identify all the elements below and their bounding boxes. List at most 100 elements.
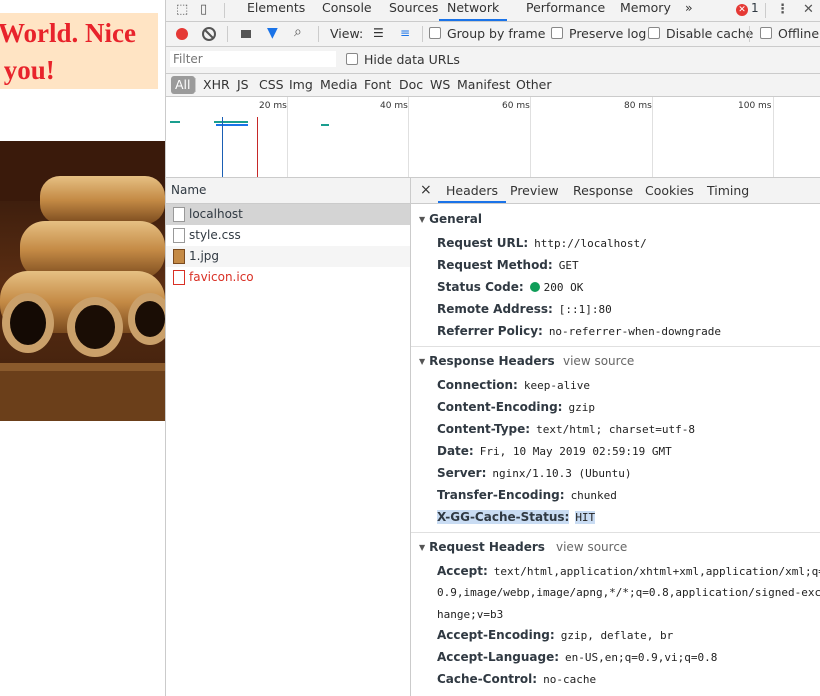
filter-input[interactable] xyxy=(170,51,336,67)
group-by-frame-checkbox[interactable]: Group by frame xyxy=(429,22,545,46)
offline-checkbox[interactable]: Offline xyxy=(760,22,819,46)
network-overview-timeline[interactable]: 20 ms 40 ms 60 ms 80 ms 100 ms xyxy=(166,97,820,178)
tab-response[interactable]: Response xyxy=(573,178,633,203)
divider xyxy=(318,26,319,42)
preserve-log-checkbox[interactable]: Preserve log xyxy=(551,22,646,46)
waterfall-view-icon[interactable]: ≡ xyxy=(400,27,410,39)
header-value-continuation: hange;v=b3 xyxy=(437,608,504,621)
request-name: 1.jpg xyxy=(189,249,220,263)
tab-performance[interactable]: Performance xyxy=(526,0,605,21)
section-title: Response Headers xyxy=(429,354,555,368)
divider xyxy=(227,26,228,42)
devtools-panel: ⬚ ▯ Elements Console Sources Network Per… xyxy=(165,0,820,696)
filter-type-media[interactable]: Media xyxy=(320,76,358,94)
more-tabs-button[interactable]: » xyxy=(685,0,693,21)
request-bar xyxy=(214,121,248,123)
device-toolbar-icon[interactable]: ▯ xyxy=(200,2,207,17)
tab-elements[interactable]: Elements xyxy=(247,0,305,21)
filter-type-other[interactable]: Other xyxy=(516,76,552,94)
tab-preview[interactable]: Preview xyxy=(510,178,559,203)
tab-network[interactable]: Network xyxy=(439,0,508,21)
dom-content-loaded-line xyxy=(222,117,223,177)
timeline-tick-label: 80 ms xyxy=(624,101,652,111)
type-filter-bar: All XHR JS CSS Img Media Font Doc WS Man… xyxy=(166,74,820,97)
filter-type-font[interactable]: Font xyxy=(364,76,391,94)
name-column-header[interactable]: Name xyxy=(166,178,410,204)
network-toolbar: ▼ ⌕ View: ☰ ≡ Group by frame Preserve lo… xyxy=(166,22,820,47)
filter-icon[interactable]: ▼ xyxy=(267,25,278,41)
preserve-log-label: Preserve log xyxy=(569,26,647,41)
hide-data-urls-label: Hide data URLs xyxy=(364,52,460,67)
hello-line-2: t you! xyxy=(0,55,55,85)
tab-timing[interactable]: Timing xyxy=(707,178,749,203)
timeline-tick-label: 100 ms xyxy=(738,101,772,111)
timeline-gridline xyxy=(652,97,653,177)
disable-cache-checkbox[interactable]: Disable cache xyxy=(648,22,753,46)
filter-type-xhr[interactable]: XHR xyxy=(203,76,230,94)
header-row: Accept: text/html,application/xhtml+xml,a… xyxy=(437,564,820,578)
request-row-1-jpg[interactable]: 1.jpg xyxy=(166,246,410,267)
expand-triangle-icon: ▼ xyxy=(419,215,426,224)
error-count[interactable]: 1 xyxy=(751,1,759,15)
view-source-link[interactable]: view source xyxy=(563,354,634,368)
request-bar xyxy=(321,124,329,126)
close-devtools-icon[interactable]: ✕ xyxy=(803,2,814,17)
divider xyxy=(749,26,750,42)
tab-cookies[interactable]: Cookies xyxy=(645,178,694,203)
timeline-gridline xyxy=(408,97,409,177)
divider xyxy=(195,78,196,92)
stylesheet-icon xyxy=(173,228,185,243)
details-tabbar: × Headers Preview Response Cookies Timin… xyxy=(411,178,820,204)
hide-data-urls-checkbox[interactable]: Hide data URLs xyxy=(346,48,460,72)
kebab-menu-icon[interactable]: ⋮ xyxy=(776,2,789,17)
timeline-tick-label: 20 ms xyxy=(259,101,287,111)
view-label: View: xyxy=(330,26,364,41)
screenshot-icon[interactable] xyxy=(241,30,251,38)
filter-type-js[interactable]: JS xyxy=(237,76,249,94)
record-icon[interactable] xyxy=(176,28,188,40)
section-title: General xyxy=(429,212,482,226)
response-headers-toggle[interactable]: ▼ Response Headers xyxy=(419,354,555,368)
tab-console[interactable]: Console xyxy=(322,0,372,21)
general-section-toggle[interactable]: ▼ General xyxy=(419,212,482,226)
requests-list: Name localhost style.css 1.jpg favicon.i… xyxy=(166,178,411,696)
filter-type-css[interactable]: CSS xyxy=(259,76,284,94)
expand-triangle-icon: ▼ xyxy=(419,357,426,366)
large-rows-icon[interactable]: ☰ xyxy=(373,27,384,39)
request-row-style-css[interactable]: style.css xyxy=(166,225,410,246)
tab-memory[interactable]: Memory xyxy=(620,0,671,21)
document-icon xyxy=(173,207,185,222)
header-row: Connection: keep-alive xyxy=(437,378,591,392)
inspect-element-icon[interactable]: ⬚ xyxy=(176,2,188,17)
hello-banner: World. Nice t you! xyxy=(0,13,158,89)
view-source-link[interactable]: view source xyxy=(556,540,627,554)
document-icon xyxy=(173,270,185,285)
filter-type-ws[interactable]: WS xyxy=(430,76,450,94)
tab-sources[interactable]: Sources xyxy=(389,0,438,21)
tab-headers[interactable]: Headers xyxy=(438,178,507,203)
page-viewport: World. Nice t you! xyxy=(0,0,165,696)
filter-type-doc[interactable]: Doc xyxy=(399,76,423,94)
header-row: Accept-Language: en-US,en;q=0.9,vi;q=0.8 xyxy=(437,650,718,664)
section-divider xyxy=(411,532,820,533)
close-details-icon[interactable]: × xyxy=(420,178,432,203)
header-row: Cache-Control: no-cache xyxy=(437,672,597,686)
error-icon[interactable]: ✕ xyxy=(736,4,748,16)
header-row: Transfer-Encoding: chunked xyxy=(437,488,617,502)
request-details: × Headers Preview Response Cookies Timin… xyxy=(411,178,820,696)
disable-cache-label: Disable cache xyxy=(666,26,754,41)
timeline-gridline xyxy=(530,97,531,177)
search-icon[interactable]: ⌕ xyxy=(294,24,302,40)
timeline-tick-label: 40 ms xyxy=(380,101,408,111)
request-headers-toggle[interactable]: ▼ Request Headers xyxy=(419,540,545,554)
header-row: Content-Encoding: gzip xyxy=(437,400,595,414)
filter-type-all[interactable]: All xyxy=(171,76,195,94)
filter-type-img[interactable]: Img xyxy=(289,76,313,94)
header-row: Date: Fri, 10 May 2019 02:59:19 GMT xyxy=(437,444,672,458)
request-row-favicon[interactable]: favicon.ico xyxy=(166,267,410,288)
load-event-line xyxy=(257,117,258,177)
request-row-localhost[interactable]: localhost xyxy=(166,204,410,225)
request-bar xyxy=(216,124,248,126)
clear-icon[interactable] xyxy=(202,27,216,41)
filter-type-manifest[interactable]: Manifest xyxy=(457,76,510,94)
